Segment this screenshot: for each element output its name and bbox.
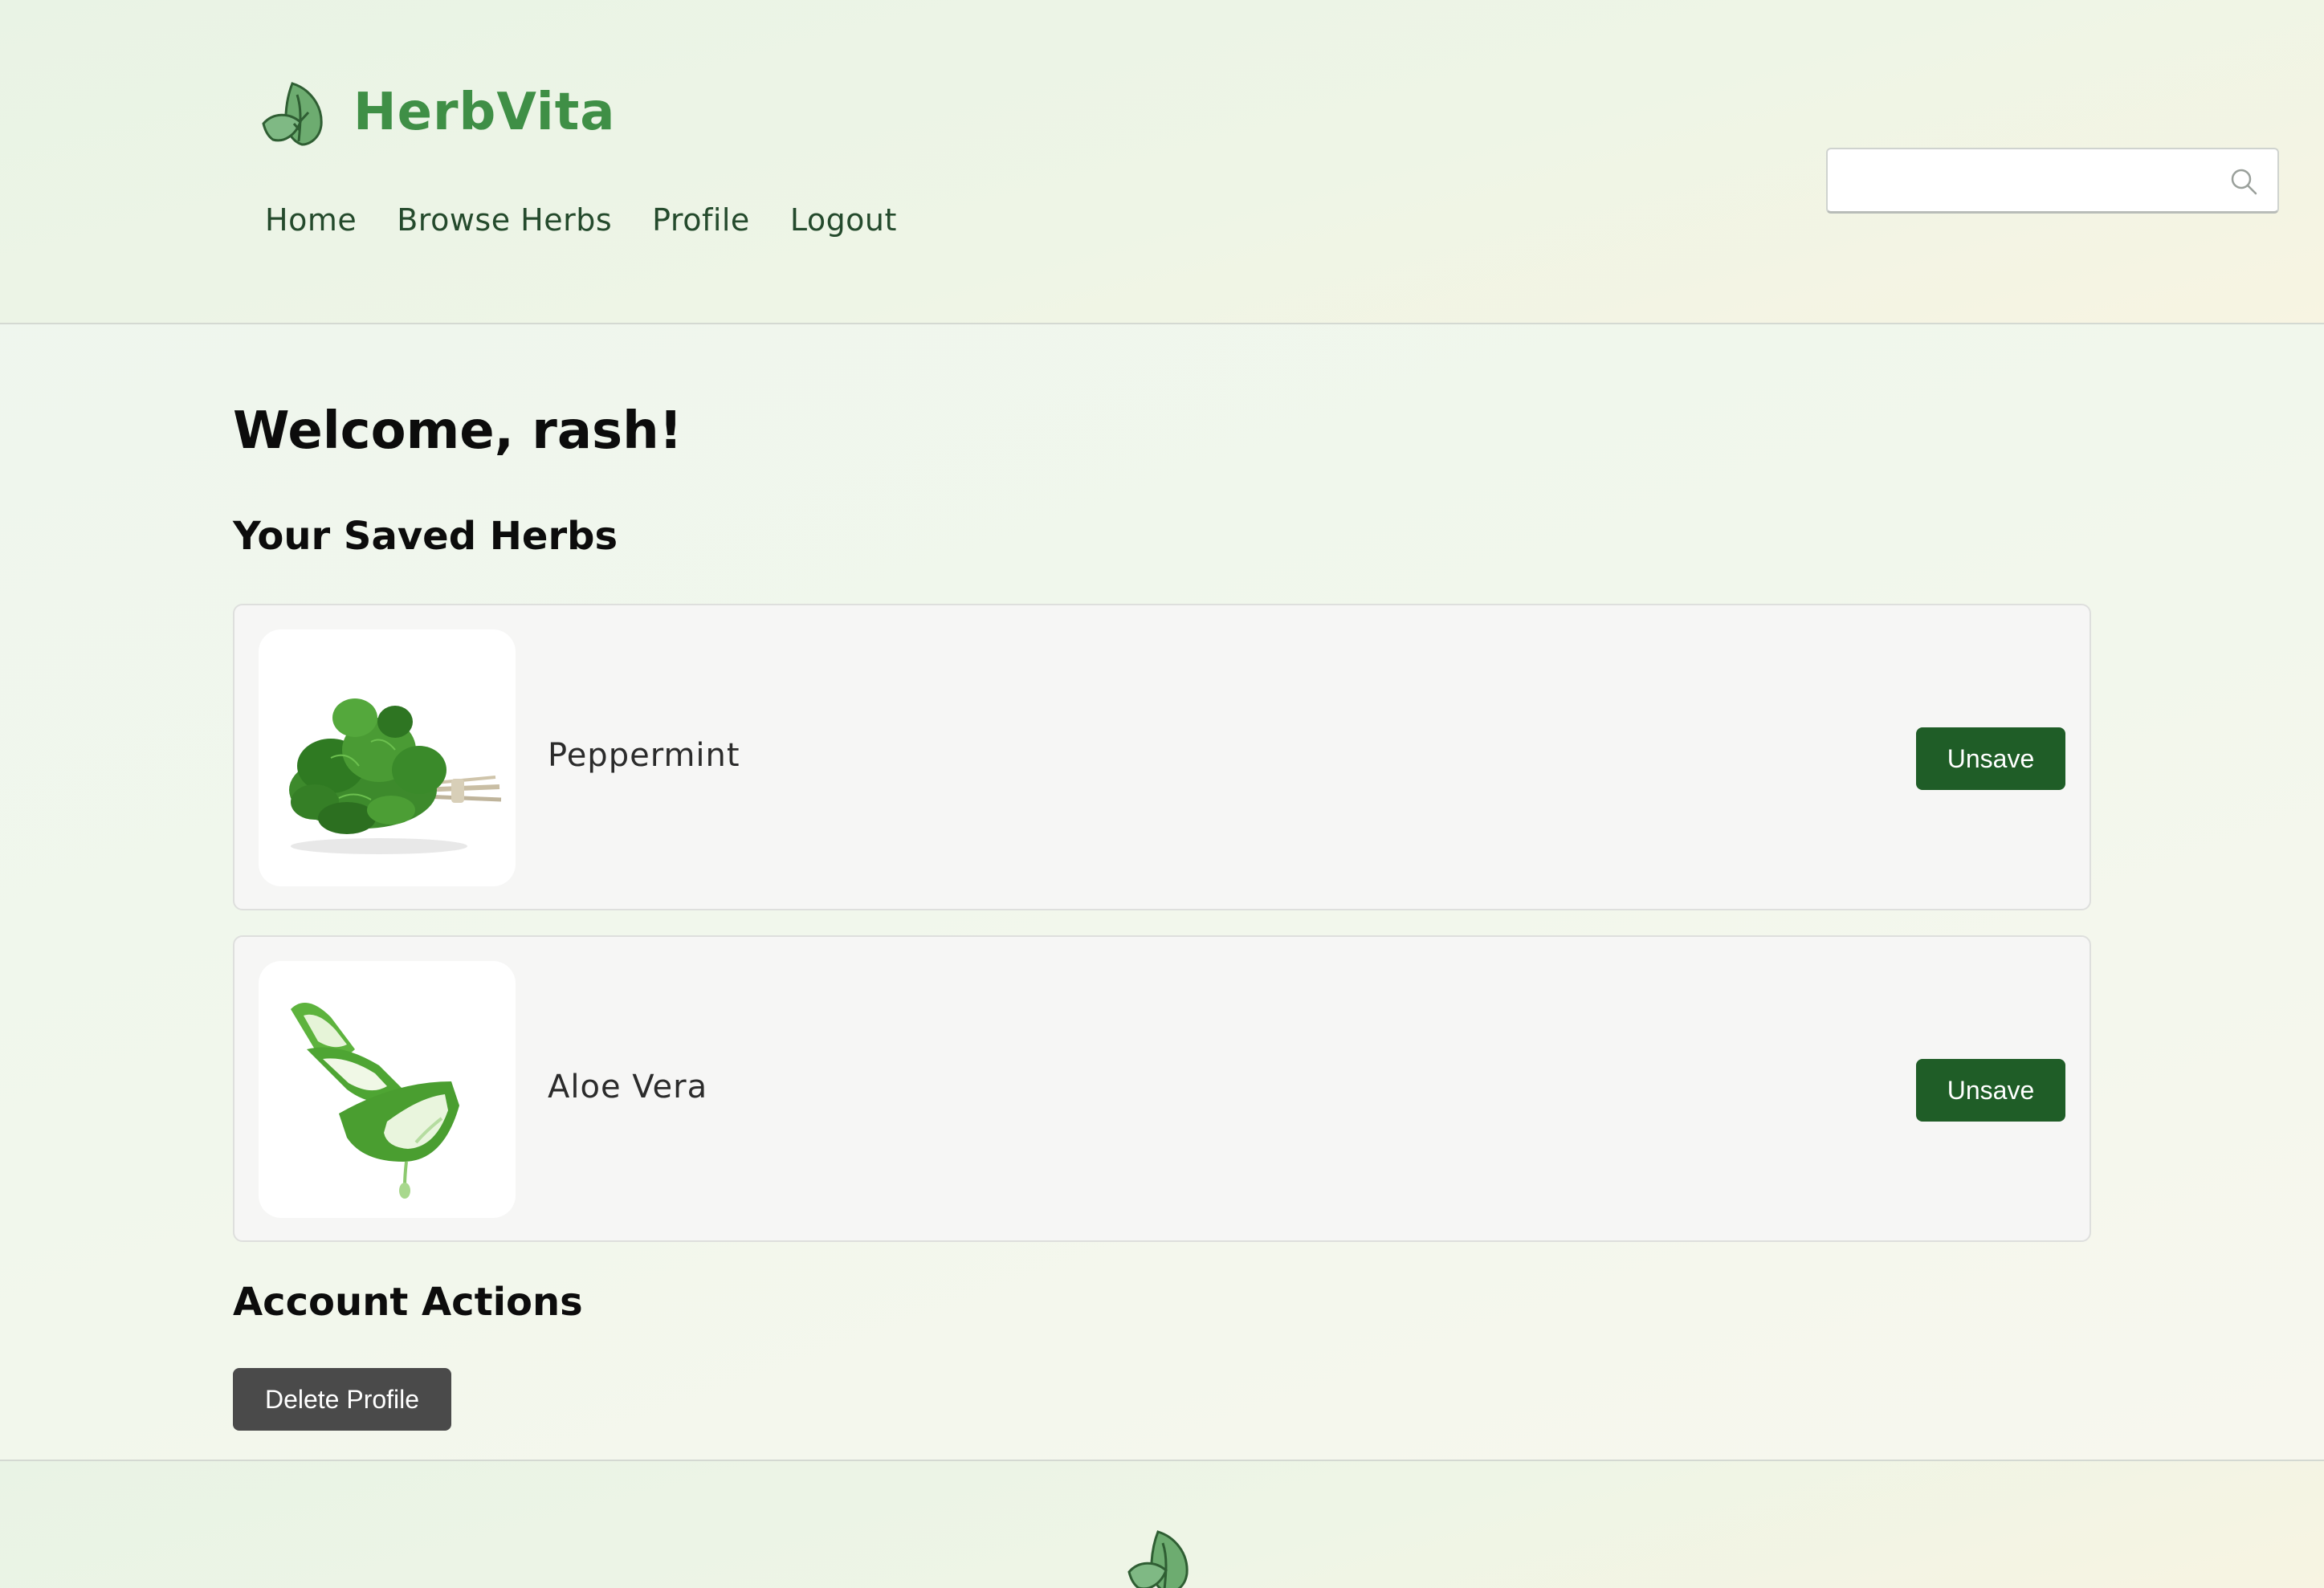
leaf-icon bbox=[1127, 1530, 1189, 1588]
saved-herb-card: Peppermint Unsave bbox=[233, 604, 2091, 910]
unsave-button[interactable]: Unsave bbox=[1916, 1059, 2065, 1122]
aloe-vera-image[interactable] bbox=[259, 961, 516, 1218]
account-actions-heading: Account Actions bbox=[233, 1280, 583, 1325]
saved-herbs-heading: Your Saved Herbs bbox=[233, 514, 618, 559]
nav-logout[interactable]: Logout bbox=[790, 202, 897, 238]
search-box bbox=[1826, 148, 2279, 214]
unsave-button[interactable]: Unsave bbox=[1916, 727, 2065, 790]
site-header: HerbVita Home Browse Herbs Profile Logou… bbox=[0, 0, 2324, 324]
delete-profile-button[interactable]: Delete Profile bbox=[233, 1368, 451, 1431]
herb-name: Aloe Vera bbox=[548, 1069, 708, 1105]
saved-herb-card: Aloe Vera Unsave bbox=[233, 935, 2091, 1242]
nav-browse-herbs[interactable]: Browse Herbs bbox=[397, 202, 612, 238]
leaf-icon bbox=[262, 82, 323, 146]
herb-name: Peppermint bbox=[548, 737, 740, 774]
welcome-heading: Welcome, rash! bbox=[233, 401, 683, 461]
brand[interactable]: HerbVita bbox=[257, 77, 615, 148]
peppermint-image[interactable] bbox=[259, 629, 516, 886]
search-input[interactable] bbox=[1828, 149, 2277, 211]
search-icon[interactable] bbox=[2228, 165, 2260, 197]
brand-name: HerbVita bbox=[353, 83, 616, 142]
main-nav: Home Browse Herbs Profile Logout bbox=[265, 202, 897, 238]
nav-home[interactable]: Home bbox=[265, 202, 357, 238]
aloe-vera-illustration bbox=[291, 1003, 459, 1199]
peppermint-illustration bbox=[289, 698, 502, 854]
page: HerbVita Home Browse Herbs Profile Logou… bbox=[0, 0, 2324, 1588]
site-footer bbox=[0, 1460, 2324, 1588]
nav-profile[interactable]: Profile bbox=[652, 202, 750, 238]
